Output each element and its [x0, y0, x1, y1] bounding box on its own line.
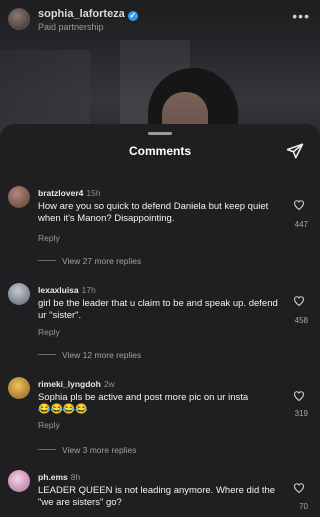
comment-avatar[interactable]	[8, 283, 30, 305]
view-replies-button[interactable]: View 12 more replies	[38, 350, 141, 360]
like-count: 458	[294, 316, 308, 325]
heart-icon[interactable]	[293, 390, 305, 402]
comment-time: 15h	[86, 188, 101, 198]
sheet-title: Comments	[128, 144, 191, 158]
reply-button[interactable]: Reply	[38, 420, 60, 430]
paid-partnership-label[interactable]: Paid partnership	[38, 22, 104, 32]
comment-text: How are you so quick to defend Daniela b…	[38, 201, 269, 224]
comment-avatar[interactable]	[8, 186, 30, 208]
heart-icon[interactable]	[293, 482, 305, 494]
like-count: 447	[294, 220, 308, 229]
comment-username[interactable]: ph.ems	[38, 472, 68, 482]
comment-header: lexaxluisa 17h	[38, 285, 96, 295]
comment-username[interactable]: bratzlover4	[38, 188, 83, 198]
emoji-row: 😂😂😂😂	[38, 404, 88, 415]
verified-badge-icon: ✓	[127, 11, 138, 21]
comment-time: 2w	[103, 379, 115, 389]
comment-header: bratzlover4 15h	[38, 188, 101, 198]
like-count: 319	[294, 409, 308, 418]
comment-time: 8h	[70, 472, 81, 482]
comments-sheet: Comments bratzlover4 15h How are you so q…	[0, 124, 320, 517]
view-replies-button[interactable]: View 27 more replies	[38, 256, 141, 266]
view-replies-button[interactable]: View 3 more replies	[38, 445, 137, 455]
heart-icon[interactable]	[293, 199, 305, 211]
comment-header: ph.ems 8h	[38, 472, 80, 482]
comment-avatar[interactable]	[8, 470, 30, 492]
comment-text: LEADER QUEEN is not leading anymore. Whe…	[38, 485, 276, 508]
comment-username[interactable]: lexaxluisa	[38, 285, 79, 295]
heart-icon[interactable]	[293, 295, 305, 307]
post-username[interactable]: sophia_laforteza ✓	[38, 8, 138, 21]
comment-text: girl be the leader that u claim to be an…	[38, 298, 278, 321]
like-count: 70	[299, 502, 308, 511]
post-avatar[interactable]	[8, 8, 30, 30]
comment-avatar[interactable]	[8, 377, 30, 399]
comment-header: rimeki_lyngdoh 2w	[38, 379, 115, 389]
comment-username[interactable]: rimeki_lyngdoh	[38, 379, 101, 389]
reply-button[interactable]: Reply	[38, 233, 60, 243]
post-header: sophia_laforteza ✓ Paid partnership •••	[0, 0, 320, 42]
sheet-grabber[interactable]	[148, 132, 172, 135]
more-options-icon[interactable]: •••	[292, 8, 310, 24]
reply-button[interactable]: Reply	[38, 327, 60, 337]
share-icon[interactable]	[286, 142, 304, 160]
comment-text: Sophia pls be active and post more pic o…	[38, 392, 249, 415]
comment-time: 17h	[81, 285, 96, 295]
